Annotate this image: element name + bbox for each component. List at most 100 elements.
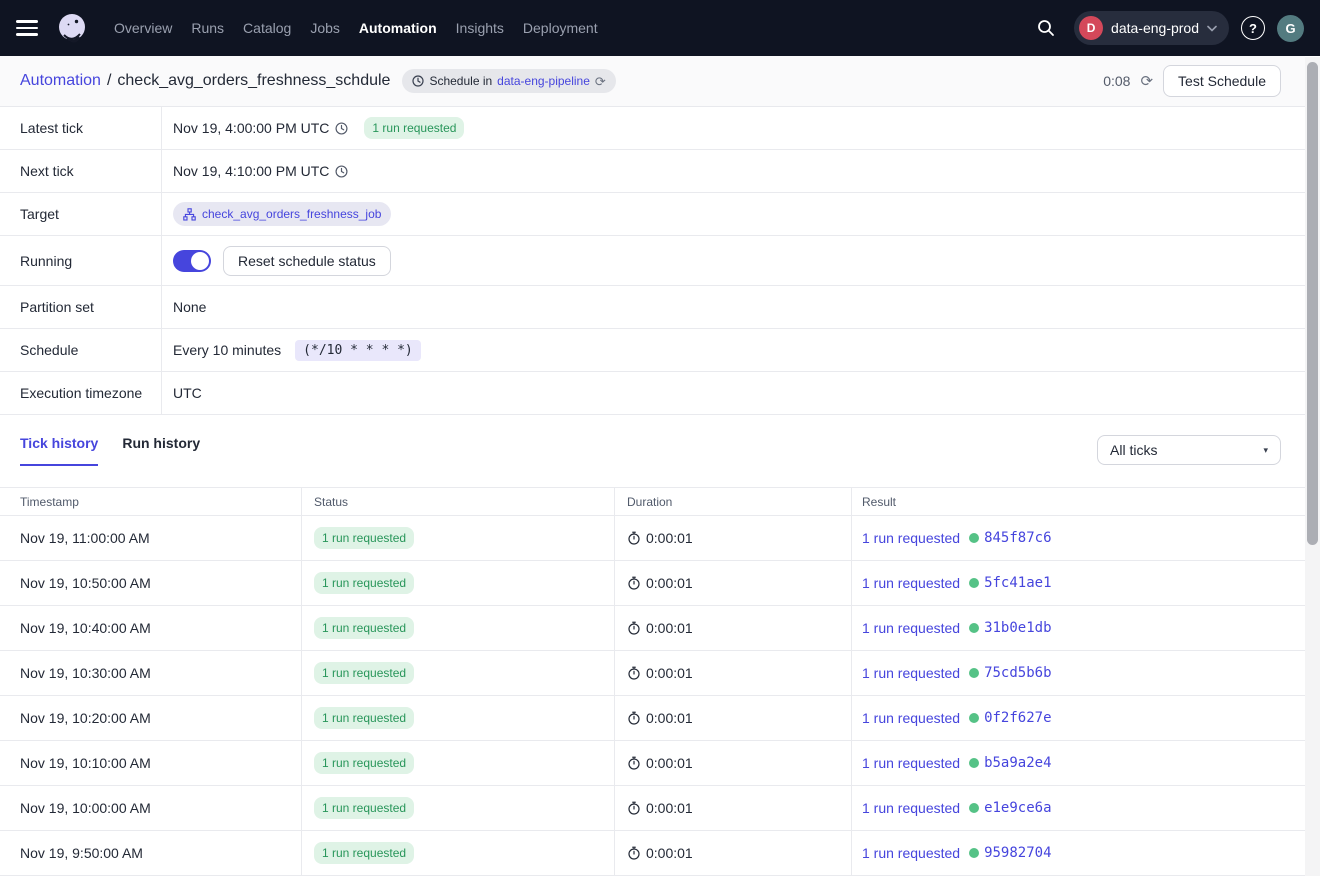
detail-row-running: Running Reset schedule status: [0, 236, 1305, 286]
page-title: check_avg_orders_freshness_schdule: [117, 72, 390, 90]
tick-duration: 0:00:01: [646, 665, 693, 681]
scrollbar-thumb[interactable]: [1307, 62, 1318, 545]
tick-duration: 0:00:01: [646, 620, 693, 636]
table-row: Nov 19, 11:00:00 AM 1 run requested 0:00…: [0, 516, 1305, 561]
tick-timestamp: Nov 19, 10:30:00 AM: [0, 651, 301, 695]
stopwatch-icon: [627, 666, 641, 680]
run-status-dot: [969, 713, 979, 723]
run-id-link[interactable]: 95982704: [984, 845, 1051, 861]
detail-label: Target: [0, 193, 162, 235]
user-avatar[interactable]: G: [1277, 15, 1304, 42]
tick-timestamp: Nov 19, 9:50:00 AM: [0, 831, 301, 875]
stopwatch-icon: [627, 711, 641, 725]
clock-icon: [412, 75, 424, 87]
run-id-link[interactable]: 31b0e1db: [984, 620, 1051, 636]
menu-icon[interactable]: [16, 16, 40, 40]
breadcrumb-automation-link[interactable]: Automation: [20, 72, 101, 90]
run-id-link[interactable]: e1e9ce6a: [984, 800, 1051, 816]
table-row: Nov 19, 9:50:00 AM 1 run requested 0:00:…: [0, 831, 1305, 876]
stopwatch-icon: [627, 801, 641, 815]
detail-label: Execution timezone: [0, 372, 162, 414]
tick-duration: 0:00:01: [646, 710, 693, 726]
tick-timestamp: Nov 19, 10:20:00 AM: [0, 696, 301, 740]
tick-result-link[interactable]: 1 run requested: [862, 755, 960, 771]
refresh-countdown: 0:08: [1103, 73, 1130, 89]
table-row: Nov 19, 10:20:00 AM 1 run requested 0:00…: [0, 696, 1305, 741]
table-row: Nov 19, 10:50:00 AM 1 run requested 0:00…: [0, 561, 1305, 606]
run-id-link[interactable]: b5a9a2e4: [984, 755, 1051, 771]
detail-row-partition-set: Partition set None: [0, 286, 1305, 329]
tick-result-link[interactable]: 1 run requested: [862, 575, 960, 591]
running-toggle[interactable]: [173, 250, 211, 272]
tick-timestamp: Nov 19, 10:10:00 AM: [0, 741, 301, 785]
run-id-link[interactable]: 5fc41ae1: [984, 575, 1051, 591]
job-graph-icon: [183, 208, 196, 221]
tick-duration: 0:00:01: [646, 800, 693, 816]
target-job-link[interactable]: check_avg_orders_freshness_job: [173, 202, 391, 226]
tick-status-pill: 1 run requested: [314, 707, 414, 729]
detail-row-schedule: Schedule Every 10 minutes (*/10 * * * *): [0, 329, 1305, 372]
schedule-human-readable: Every 10 minutes: [173, 342, 281, 358]
tick-result-link[interactable]: 1 run requested: [862, 665, 960, 681]
nav-automation[interactable]: Automation: [359, 20, 437, 36]
run-status-dot: [969, 578, 979, 588]
tick-duration: 0:00:01: [646, 845, 693, 861]
tick-filter-value: All ticks: [1110, 442, 1157, 458]
tick-duration: 0:00:01: [646, 755, 693, 771]
schedule-in-label: Schedule in: [429, 74, 492, 88]
tab-tick-history[interactable]: Tick history: [20, 435, 98, 466]
deployment-switcher[interactable]: D data-eng-prod: [1074, 11, 1229, 45]
stopwatch-icon: [627, 621, 641, 635]
nav-insights[interactable]: Insights: [456, 20, 504, 36]
search-icon[interactable]: [1030, 12, 1062, 44]
table-row: Nov 19, 10:10:00 AM 1 run requested 0:00…: [0, 741, 1305, 786]
page-header: Automation / check_avg_orders_freshness_…: [0, 56, 1305, 107]
top-nav: Overview Runs Catalog Jobs Automation In…: [0, 0, 1320, 56]
clock-icon: [335, 122, 348, 135]
table-row: Nov 19, 10:30:00 AM 1 run requested 0:00…: [0, 651, 1305, 696]
tick-status-pill: 1 run requested: [314, 842, 414, 864]
help-icon[interactable]: ?: [1241, 16, 1265, 40]
table-row: Nov 19, 10:00:00 AM 1 run requested 0:00…: [0, 786, 1305, 831]
nav-deployment[interactable]: Deployment: [523, 20, 598, 36]
nav-items: Overview Runs Catalog Jobs Automation In…: [114, 20, 598, 36]
repo-link[interactable]: data-eng-pipeline: [497, 74, 590, 88]
stopwatch-icon: [627, 756, 641, 770]
test-schedule-button[interactable]: Test Schedule: [1163, 65, 1281, 97]
nav-catalog[interactable]: Catalog: [243, 20, 291, 36]
vertical-scrollbar[interactable]: [1305, 57, 1320, 876]
run-status-dot: [969, 848, 979, 858]
nav-jobs[interactable]: Jobs: [310, 20, 340, 36]
reset-schedule-status-button[interactable]: Reset schedule status: [223, 246, 391, 276]
tick-result-link[interactable]: 1 run requested: [862, 710, 960, 726]
tab-run-history[interactable]: Run history: [122, 435, 200, 466]
tick-history-table: Timestamp Status Duration Result Nov 19,…: [0, 487, 1305, 876]
run-id-link[interactable]: 0f2f627e: [984, 710, 1051, 726]
tick-status-pill: 1 run requested: [314, 662, 414, 684]
dagster-logo-icon[interactable]: [54, 10, 90, 46]
tick-result-link[interactable]: 1 run requested: [862, 620, 960, 636]
cron-expression-chip: (*/10 * * * *): [295, 340, 421, 361]
clock-icon: [335, 165, 348, 178]
run-id-link[interactable]: 845f87c6: [984, 530, 1051, 546]
detail-label: Schedule: [0, 329, 162, 371]
tick-filter-select[interactable]: All ticks ▾: [1097, 435, 1281, 465]
tick-timestamp: Nov 19, 10:40:00 AM: [0, 606, 301, 650]
reload-repo-icon[interactable]: ⟳: [595, 75, 606, 88]
tick-result-link[interactable]: 1 run requested: [862, 845, 960, 861]
nav-overview[interactable]: Overview: [114, 20, 172, 36]
stopwatch-icon: [627, 846, 641, 860]
run-status-dot: [969, 668, 979, 678]
tick-result-link[interactable]: 1 run requested: [862, 530, 960, 546]
refresh-icon[interactable]: ⟳: [1140, 74, 1153, 89]
tick-status-pill: 1 run requested: [314, 752, 414, 774]
table-row: Nov 19, 10:40:00 AM 1 run requested 0:00…: [0, 606, 1305, 651]
nav-runs[interactable]: Runs: [191, 20, 224, 36]
run-id-link[interactable]: 75cd5b6b: [984, 665, 1051, 681]
col-header-status: Status: [301, 488, 614, 515]
tick-status-pill: 1 run requested: [314, 572, 414, 594]
caret-down-icon: ▾: [1263, 445, 1268, 456]
deployment-badge: D: [1079, 16, 1103, 40]
tick-timestamp: Nov 19, 11:00:00 AM: [0, 516, 301, 560]
tick-result-link[interactable]: 1 run requested: [862, 800, 960, 816]
